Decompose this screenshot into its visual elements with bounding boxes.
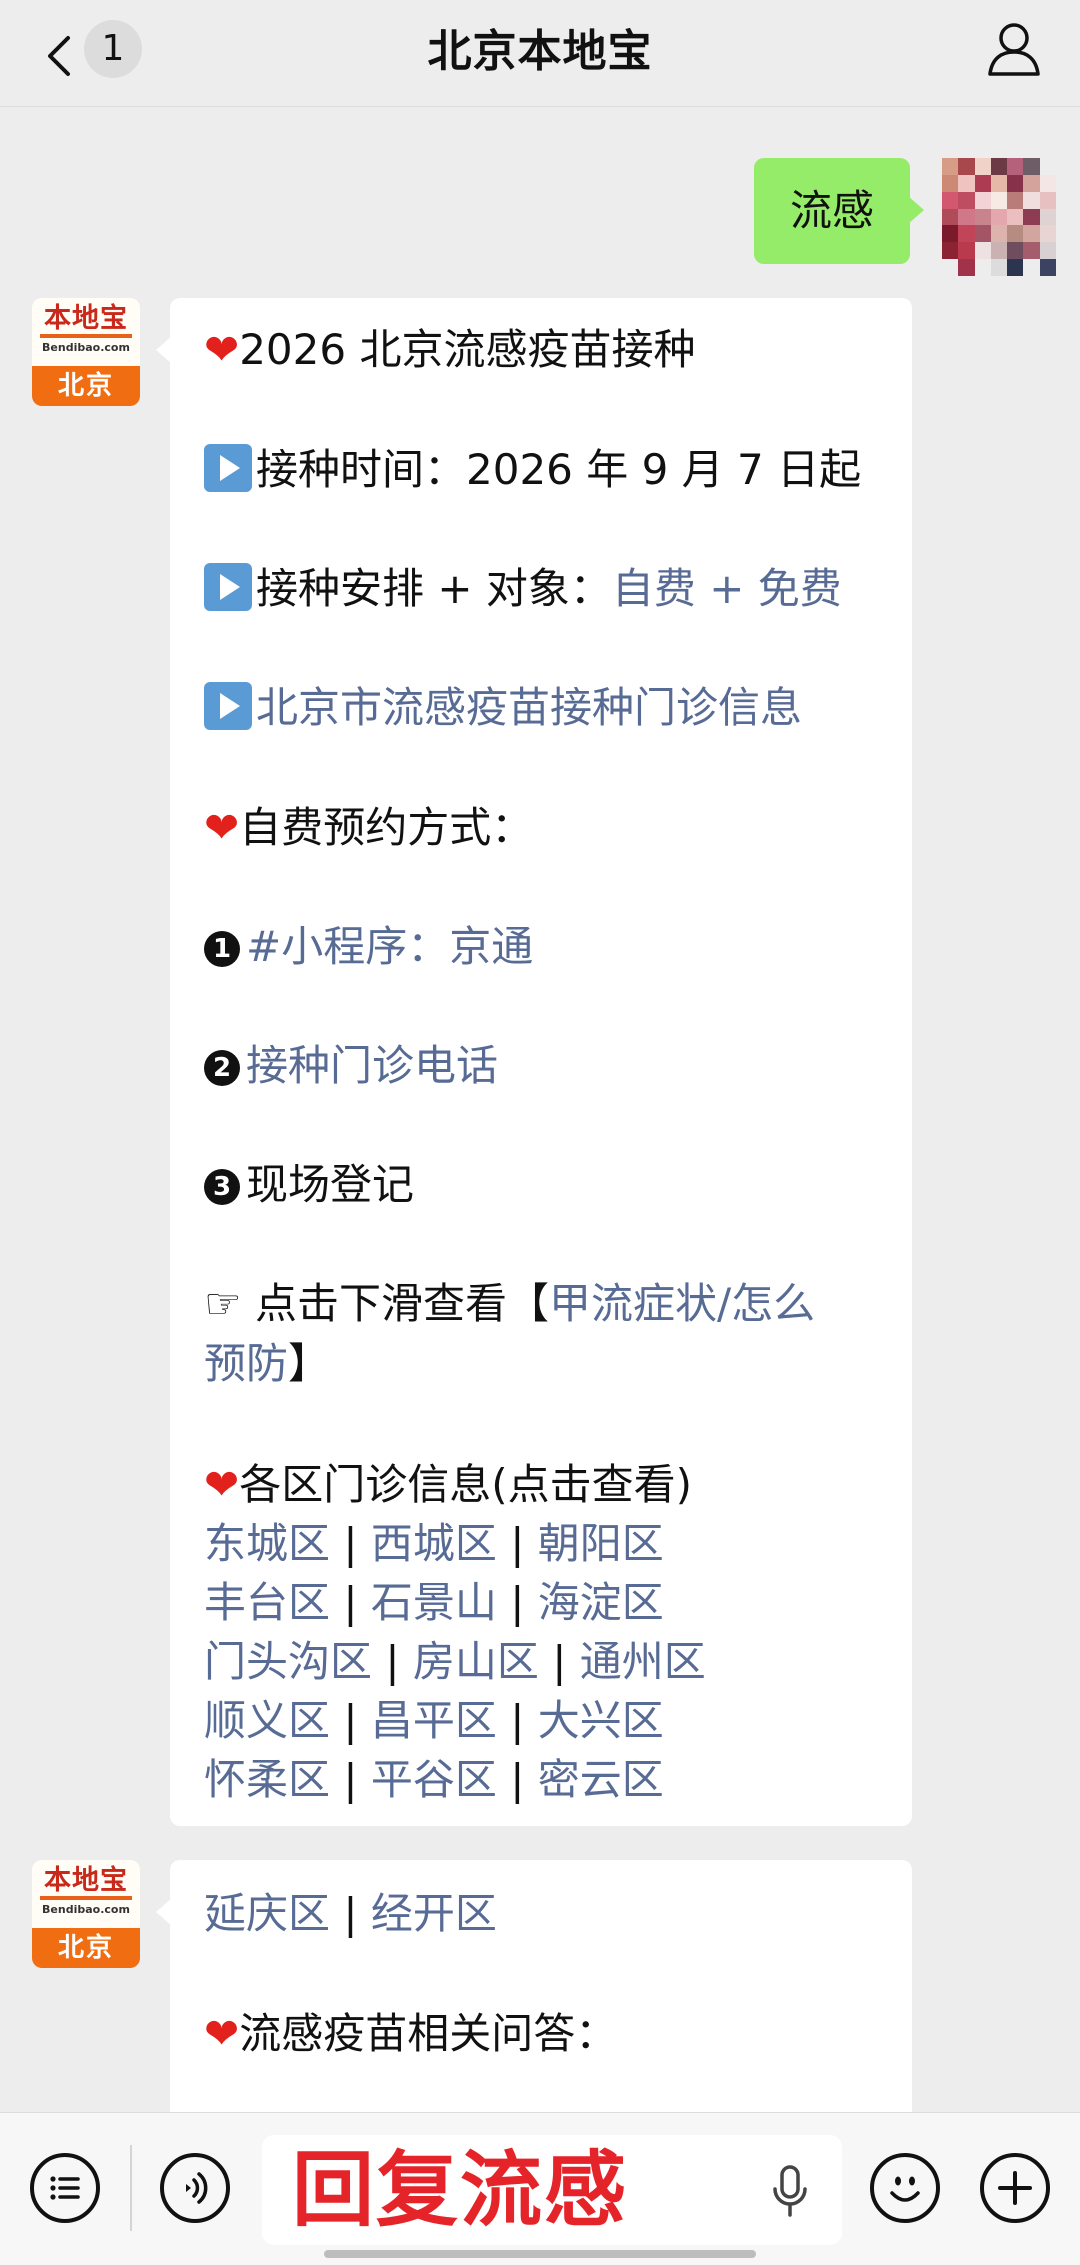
input-toolbar: 回复流感	[0, 2112, 1080, 2265]
district-link[interactable]: 通州区	[580, 1637, 706, 1686]
district-link[interactable]: 丰台区	[204, 1578, 330, 1627]
avatar-domain-text: Bendibao.com	[42, 341, 130, 354]
message-line: 预防】	[204, 1339, 331, 1388]
district-row: 门头沟区 | 房山区 | 通州区	[204, 1637, 706, 1686]
district-link[interactable]: 海淀区	[538, 1578, 664, 1627]
message-line: ☞ 点击下滑查看【甲流症状/怎么	[204, 1279, 816, 1328]
avatar-domain-text: Bendibao.com	[42, 1903, 130, 1916]
district-link[interactable]: 朝阳区	[538, 1519, 664, 1568]
play-icon	[204, 563, 252, 611]
clinic-info-link[interactable]: 北京市流感疫苗接种门诊信息	[256, 683, 802, 732]
message-line: 北京市流感疫苗接种门诊信息	[204, 678, 802, 738]
heart-icon: ❤	[204, 1460, 240, 1509]
district-row: 延庆区 | 经开区	[204, 1889, 497, 1938]
clinic-phone-link[interactable]: 接种门诊电话	[246, 1041, 498, 1090]
message-line: 2 接种门诊电话	[204, 1036, 498, 1096]
heart-icon: ❤	[204, 325, 240, 374]
chat-header: 1 北京本地宝	[0, 0, 1080, 107]
message-line: ❤2026 北京流感疫苗接种	[204, 325, 696, 374]
district-link[interactable]: 门头沟区	[204, 1637, 372, 1686]
emoji-button[interactable]	[870, 2153, 940, 2223]
outgoing-message-text: 流感	[789, 186, 874, 235]
menu-list-icon	[50, 2176, 80, 2200]
message-line: ❤流感疫苗相关问答：	[204, 2009, 618, 2058]
message-input[interactable]: 回复流感	[262, 2135, 842, 2245]
chat-title: 北京本地宝	[427, 26, 653, 77]
district-link[interactable]: 东城区	[204, 1519, 330, 1568]
district-row: 东城区 | 西城区 | 朝阳区	[204, 1519, 664, 1568]
flu-symptoms-link[interactable]: 甲流症状/怎么	[549, 1279, 815, 1328]
plus-icon	[998, 2171, 1032, 2205]
district-link[interactable]: 顺义区	[204, 1696, 330, 1745]
more-button[interactable]	[980, 2153, 1050, 2223]
district-row: 丰台区 | 石景山 | 海淀区	[204, 1578, 664, 1627]
input-overlay-text: 回复流感	[292, 2143, 629, 2238]
district-link[interactable]: 平谷区	[371, 1755, 497, 1804]
voice-button[interactable]	[160, 2153, 230, 2223]
play-icon	[204, 444, 252, 492]
district-link[interactable]: 经开区	[371, 1889, 497, 1938]
avatar-brand-text: 本地宝	[44, 303, 128, 334]
message-line: 接种时间：2026 年 9 月 7 日起	[204, 440, 861, 500]
district-link[interactable]: 昌平区	[371, 1696, 497, 1745]
district-link[interactable]: 密云区	[538, 1755, 664, 1804]
message-line: 1 #小程序：京通	[204, 917, 533, 977]
official-account-avatar[interactable]: 本地宝 Bendibao.com 北京	[32, 1860, 140, 1968]
district-link[interactable]: 西城区	[371, 1519, 497, 1568]
number-badge: 3	[204, 1169, 240, 1205]
avatar-brand-text: 本地宝	[44, 1865, 128, 1896]
district-link[interactable]: 房山区	[413, 1637, 539, 1686]
official-account-avatar[interactable]: 本地宝 Bendibao.com 北京	[32, 298, 140, 406]
incoming-message-bubble: ❤2026 北京流感疫苗接种 接种时间：2026 年 9 月 7 日起 接种安排…	[156, 298, 912, 1826]
mic-icon[interactable]	[770, 2163, 810, 2221]
message-line: ❤自费预约方式：	[204, 803, 534, 852]
voice-icon	[186, 2172, 208, 2204]
emoji-icon	[890, 2176, 920, 2202]
incoming-message-bubble: 延庆区 | 经开区 ❤流感疫苗相关问答：	[156, 1860, 912, 2120]
toolbar-divider	[130, 2145, 132, 2231]
mini-program-link[interactable]: #小程序：京通	[246, 922, 533, 971]
play-icon	[204, 682, 252, 730]
profile-button[interactable]	[984, 18, 1050, 84]
avatar-city-text: 北京	[32, 366, 140, 406]
avatar-city-text: 北京	[32, 1928, 140, 1968]
number-badge: 1	[204, 931, 240, 967]
pointing-hand-icon: ☞	[204, 1279, 242, 1328]
profile-icon	[988, 23, 1040, 76]
menu-button[interactable]	[30, 2153, 100, 2223]
heart-icon: ❤	[204, 2009, 240, 2058]
district-link[interactable]: 大兴区	[538, 1696, 664, 1745]
district-row: 怀柔区 | 平谷区 | 密云区	[204, 1755, 664, 1804]
district-link[interactable]: 石景山	[371, 1578, 497, 1627]
district-link[interactable]: 怀柔区	[204, 1755, 330, 1804]
fee-type-link[interactable]: 自费 + 免费	[612, 564, 842, 613]
message-line: 接种安排 + 对象：自费 + 免费	[204, 559, 842, 619]
number-badge: 2	[204, 1050, 240, 1086]
user-avatar[interactable]	[942, 158, 1056, 276]
flu-symptoms-link[interactable]: 预防	[204, 1339, 288, 1388]
message-line: ❤各区门诊信息(点击查看)	[204, 1460, 692, 1509]
outgoing-message-bubble[interactable]: 流感	[754, 158, 924, 264]
heart-icon: ❤	[204, 803, 240, 852]
district-link[interactable]: 延庆区	[204, 1889, 330, 1938]
message-line: 3 现场登记	[204, 1155, 414, 1215]
district-row: 顺义区 | 昌平区 | 大兴区	[204, 1696, 664, 1745]
home-indicator[interactable]	[324, 2250, 756, 2258]
